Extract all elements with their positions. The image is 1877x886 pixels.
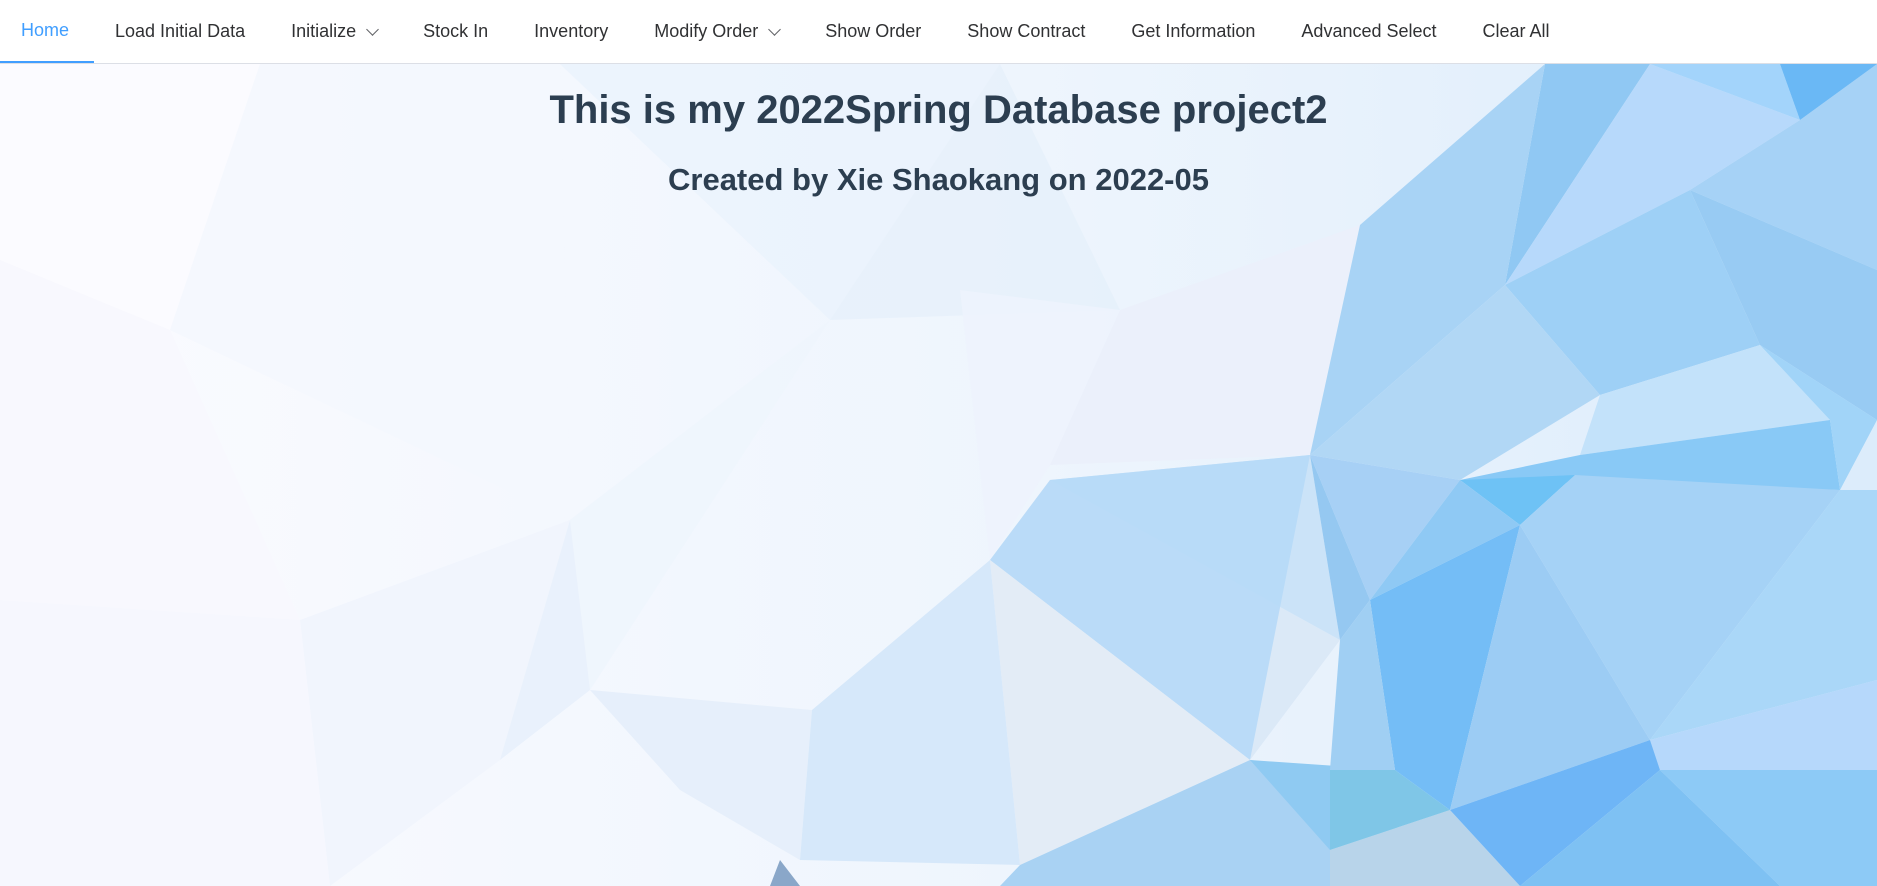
top-nav-menu: Home Load Initial Data Initialize Stock … [0, 0, 1877, 64]
nav-item-show-order[interactable]: Show Order [804, 0, 946, 63]
nav-item-load-initial-data[interactable]: Load Initial Data [94, 0, 270, 63]
nav-item-label: Initialize [291, 21, 357, 41]
chevron-down-icon [768, 22, 782, 36]
nav-item-label: Clear All [1482, 21, 1550, 41]
nav-item-inventory[interactable]: Inventory [513, 0, 633, 63]
nav-item-modify-order[interactable]: Modify Order [633, 0, 804, 63]
nav-item-label: Advanced Select [1301, 21, 1437, 41]
page: Home Load Initial Data Initialize Stock … [0, 0, 1877, 886]
nav-item-get-information[interactable]: Get Information [1110, 0, 1280, 63]
nav-item-initialize[interactable]: Initialize [270, 0, 402, 63]
nav-item-label: Load Initial Data [115, 21, 246, 41]
nav-item-label: Stock In [423, 21, 489, 41]
nav-item-label: Get Information [1131, 21, 1256, 41]
nav-item-home[interactable]: Home [0, 0, 95, 63]
nav-item-label: Modify Order [654, 21, 759, 41]
chevron-down-icon [366, 22, 380, 36]
page-subtitle: Created by Xie Shaokang on 2022-05 [668, 162, 1209, 197]
page-title: This is my 2022Spring Database project2 [549, 88, 1328, 132]
nav-item-stock-in[interactable]: Stock In [402, 0, 513, 63]
nav-item-show-contract[interactable]: Show Contract [946, 0, 1110, 63]
nav-item-clear-all[interactable]: Clear All [1462, 0, 1575, 63]
nav-item-label: Show Contract [967, 21, 1086, 41]
nav-item-label: Home [21, 20, 70, 40]
nav-item-label: Show Order [825, 21, 922, 41]
nav-item-label: Inventory [534, 21, 609, 41]
nav-item-advanced-select[interactable]: Advanced Select [1280, 0, 1461, 63]
